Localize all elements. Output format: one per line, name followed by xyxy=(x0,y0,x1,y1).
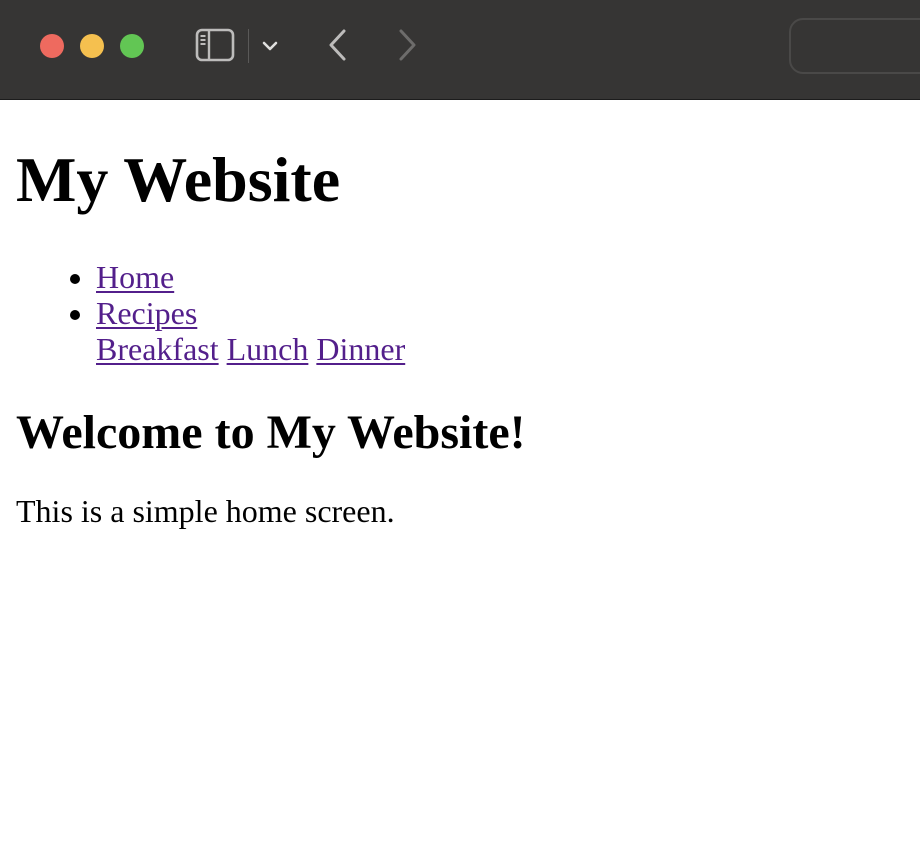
welcome-heading: Welcome to My Website! xyxy=(16,406,526,459)
browser-toolbar xyxy=(0,0,920,100)
window-close-button[interactable] xyxy=(40,34,64,58)
submenu-link-lunch[interactable]: Lunch xyxy=(227,331,309,367)
recipes-submenu: Breakfast Lunch Dinner xyxy=(96,331,904,367)
site-nav: Home Recipes Breakfast Lunch Dinner xyxy=(16,259,904,367)
window-minimize-button[interactable] xyxy=(80,34,104,58)
submenu-link-dinner[interactable]: Dinner xyxy=(316,331,405,367)
submenu-link-breakfast[interactable]: Breakfast xyxy=(96,331,219,367)
intro-text: This is a simple home screen. xyxy=(16,493,395,529)
back-arrow-icon[interactable] xyxy=(324,28,350,62)
page-content: My Website Home Recipes Breakfast Lunch … xyxy=(0,100,920,854)
nav-link-home[interactable]: Home xyxy=(96,259,174,295)
window-zoom-button[interactable] xyxy=(120,34,144,58)
site-title: My Website xyxy=(16,144,341,215)
toolbar-divider xyxy=(248,29,249,63)
address-bar[interactable] xyxy=(789,18,920,74)
forward-arrow-icon[interactable] xyxy=(395,28,421,62)
chevron-down-icon[interactable] xyxy=(260,36,280,56)
nav-item-recipes: Recipes Breakfast Lunch Dinner xyxy=(96,295,904,367)
nav-item-home: Home xyxy=(96,259,904,295)
sidebar-icon[interactable] xyxy=(195,28,235,62)
nav-link-recipes[interactable]: Recipes xyxy=(96,295,197,331)
